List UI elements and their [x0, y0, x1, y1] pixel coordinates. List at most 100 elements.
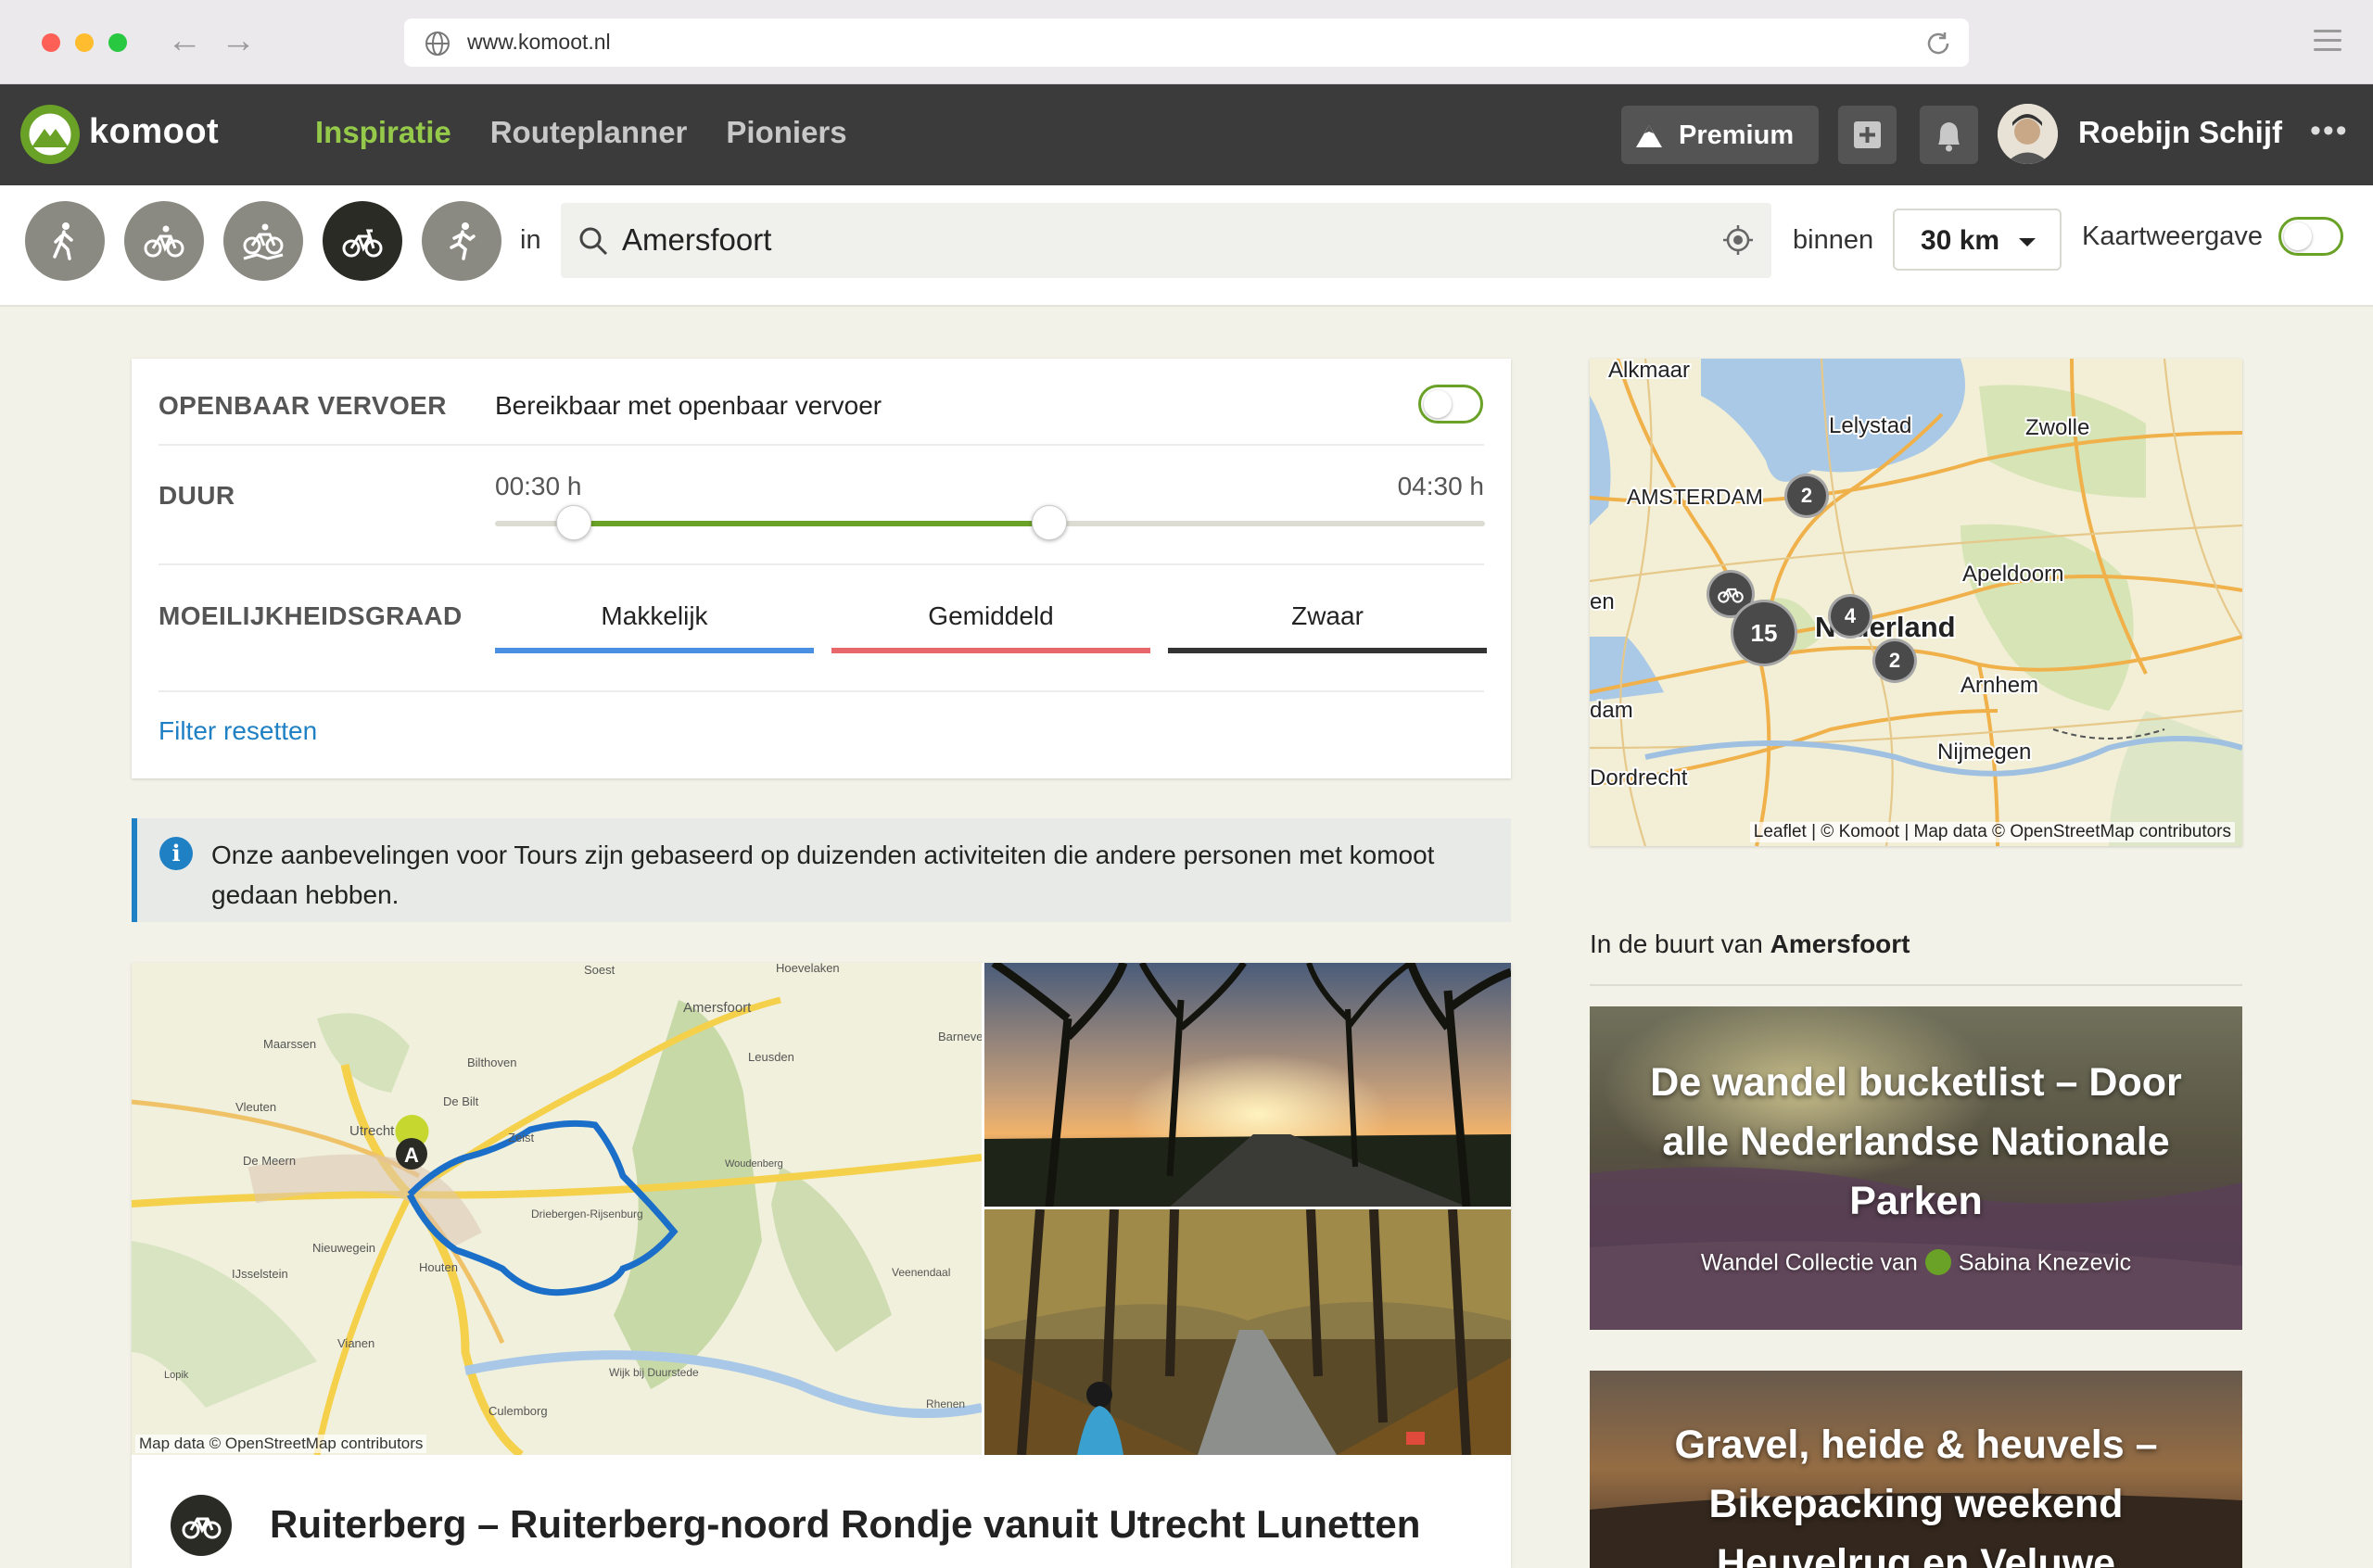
nav-inspiratie[interactable]: Inspiratie	[315, 115, 451, 150]
bell-icon	[1938, 122, 1960, 152]
svg-text:Apeldoorn: Apeldoorn	[1962, 562, 2063, 587]
premium-label: Premium	[1679, 120, 1795, 150]
svg-text:IJsselstein: IJsselstein	[232, 1267, 288, 1281]
svg-text:Leusden: Leusden	[748, 1050, 794, 1064]
reset-filter-link[interactable]: Filter resetten	[159, 716, 317, 746]
svg-text:Lopik: Lopik	[164, 1370, 189, 1381]
svg-text:Veenendaal: Veenendaal	[892, 1266, 950, 1279]
more-menu-icon[interactable]: •••	[2310, 115, 2349, 146]
svg-text:De Meern: De Meern	[243, 1154, 296, 1168]
notifications-button[interactable]	[1920, 106, 1978, 164]
current-location-icon[interactable]	[1721, 223, 1755, 257]
svg-text:Nijmegen: Nijmegen	[1937, 740, 2031, 765]
svg-text:Wijk bij Duurstede: Wijk bij Duurstede	[609, 1366, 699, 1379]
forward-arrow-icon[interactable]: →	[221, 22, 256, 59]
info-icon: i	[159, 837, 193, 870]
sport-mtb-button[interactable]	[223, 201, 303, 281]
map-cluster[interactable]: 2	[1872, 639, 1917, 683]
info-banner: i Onze aanbevelingen voor Tours zijn geb…	[132, 818, 1511, 922]
map-view-toggle[interactable]	[2278, 217, 2343, 256]
user-name[interactable]: Roebijn Schijf	[2078, 115, 2282, 150]
svg-text:Houten: Houten	[419, 1260, 458, 1274]
svg-text:Zwolle: Zwolle	[2025, 415, 2089, 440]
distance-select[interactable]: 30 km	[1893, 209, 2062, 271]
search-icon	[579, 227, 608, 256]
globe-icon	[425, 32, 450, 56]
svg-text:Rhenen: Rhenen	[926, 1397, 965, 1410]
svg-text:Hoevelaken: Hoevelaken	[776, 963, 840, 975]
nearby-place: Amersfoort	[1770, 929, 1910, 958]
svg-text:en: en	[1590, 589, 1615, 614]
overview-map[interactable]: Alkmaar Lelystad Zwolle AMSTERDAM Apeldo…	[1590, 359, 2242, 846]
in-label: in	[520, 225, 541, 255]
svg-text:Nieuwegein: Nieuwegein	[312, 1241, 375, 1255]
map-view-label: Kaartweergave	[2082, 221, 2264, 251]
svg-text:Driebergen-Rijsenburg: Driebergen-Rijsenburg	[531, 1208, 643, 1220]
back-arrow-icon[interactable]: ←	[167, 22, 202, 59]
tour-map-attribution: Map data © OpenStreetMap contributors	[135, 1435, 427, 1453]
tour-card[interactable]: A Soest Hoevelaken Amersfoort Barneve Ma…	[132, 963, 1511, 1568]
collection-title: Gravel, heide & heuvels – Bikepacking we…	[1674, 1423, 2158, 1568]
duration-slider-fill	[574, 521, 1050, 526]
reload-icon[interactable]	[1924, 30, 1952, 57]
collection-card[interactable]: Gravel, heide & heuvels – Bikepacking we…	[1590, 1371, 2242, 1568]
difficulty-medium-tab[interactable]: Gemiddeld	[831, 601, 1150, 653]
svg-text:De Bilt: De Bilt	[443, 1094, 479, 1108]
hamburger-menu-icon[interactable]	[2314, 30, 2341, 57]
author-avatar[interactable]	[1924, 1249, 1951, 1275]
address-bar[interactable]: www.komoot.nl	[404, 19, 1969, 67]
collection-author[interactable]: Sabina Knezevic	[1959, 1250, 2131, 1276]
svg-text:Barneve: Barneve	[938, 1030, 982, 1043]
premium-mountain-icon	[1636, 125, 1662, 147]
map-cluster[interactable]: 15	[1731, 600, 1797, 666]
mtb-icon	[243, 223, 284, 260]
duration-max: 04:30 h	[1397, 472, 1484, 500]
start-marker: A	[404, 1144, 419, 1167]
tour-photo-sunset[interactable]	[984, 963, 1511, 1207]
difficulty-easy-tab[interactable]: Makkelijk	[495, 601, 814, 653]
brand-name[interactable]: komoot	[89, 112, 219, 152]
svg-text:AMSTERDAM: AMSTERDAM	[1627, 485, 1763, 509]
svg-text:Soest: Soest	[584, 963, 615, 977]
bike-icon	[1718, 588, 1744, 603]
duration-min-handle[interactable]	[556, 505, 592, 540]
run-icon	[450, 222, 476, 260]
komoot-logo-icon[interactable]	[20, 105, 80, 164]
tour-photo-forest[interactable]	[984, 1209, 1511, 1455]
location-search[interactable]	[561, 203, 1771, 278]
maximize-window-button[interactable]	[108, 33, 127, 52]
bike-icon	[144, 225, 184, 258]
divider	[1590, 984, 2242, 986]
collection-title: De wandel bucketlist – Door alle Nederla…	[1650, 1060, 2182, 1223]
sport-roadbike-button[interactable]	[323, 201, 402, 281]
collection-card[interactable]: De wandel bucketlist – Door alle Nederla…	[1590, 1006, 2242, 1330]
svg-text:Lelystad: Lelystad	[1829, 413, 1911, 438]
duration-max-handle[interactable]	[1032, 505, 1068, 540]
sport-run-button[interactable]	[422, 201, 501, 281]
location-search-input[interactable]	[622, 220, 1642, 260]
premium-button[interactable]: Premium	[1621, 106, 1819, 164]
nav-pioniers[interactable]: Pioniers	[726, 115, 846, 150]
map-cluster[interactable]: 4	[1828, 594, 1872, 639]
create-button[interactable]	[1838, 106, 1897, 164]
duration-slider[interactable]	[495, 521, 1485, 526]
avatar[interactable]	[1998, 104, 2058, 164]
svg-text:Bilthoven: Bilthoven	[467, 1056, 516, 1069]
minimize-window-button[interactable]	[75, 33, 94, 52]
collection-by-prefix: Wandel Collectie van	[1700, 1249, 1918, 1276]
map-cluster[interactable]: 2	[1784, 474, 1829, 518]
tour-sport-roadbike-icon	[171, 1495, 232, 1556]
transit-text: Bereikbaar met openbaar vervoer	[495, 391, 882, 420]
svg-text:Vleuten: Vleuten	[235, 1100, 276, 1114]
difficulty-hard-tab[interactable]: Zwaar	[1168, 601, 1487, 653]
info-text: Onze aanbevelingen voor Tours zijn gebas…	[211, 841, 1435, 909]
tour-map[interactable]: A Soest Hoevelaken Amersfoort Barneve Ma…	[132, 963, 982, 1455]
tour-title[interactable]: Ruiterberg – Ruiterberg-noord Rondje van…	[270, 1502, 1420, 1547]
nav-routeplanner[interactable]: Routeplanner	[490, 115, 688, 150]
close-window-button[interactable]	[42, 33, 60, 52]
svg-text:Amersfoort: Amersfoort	[683, 1000, 752, 1016]
transit-toggle[interactable]	[1418, 385, 1483, 424]
url-text: www.komoot.nl	[467, 30, 611, 54]
sport-bike-button[interactable]	[124, 201, 204, 281]
sport-hike-button[interactable]	[25, 201, 105, 281]
